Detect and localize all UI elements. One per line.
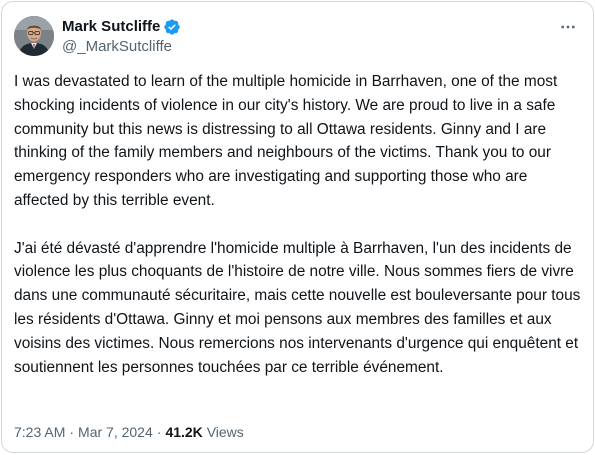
tweet-text: I was devastated to learn of the multipl… <box>14 70 584 379</box>
more-horizontal-icon <box>561 25 575 29</box>
display-name-row: Mark Sutcliffe <box>62 17 181 37</box>
tweet-paragraph-french: J'ai été dévasté d'apprendre l'homicide … <box>14 239 581 376</box>
views-count[interactable]: 41.2K <box>165 424 202 440</box>
more-options-button[interactable] <box>557 18 579 36</box>
avatar[interactable] <box>14 16 54 56</box>
display-name[interactable]: Mark Sutcliffe <box>62 17 160 37</box>
tweet-card: Mark Sutcliffe @_MarkSutcliffe I was dev… <box>1 1 594 453</box>
meta-separator: · <box>69 424 75 440</box>
tweet-paragraph-english: I was devastated to learn of the multipl… <box>14 73 558 209</box>
tweet-header: Mark Sutcliffe @_MarkSutcliffe <box>14 16 579 58</box>
tweet-meta: 7:23 AM · Mar 7, 2024 · 41.2K Views <box>14 422 244 442</box>
views-label: Views <box>206 424 244 440</box>
profile-photo-icon <box>14 16 54 56</box>
author-handle[interactable]: @_MarkSutcliffe <box>62 37 181 57</box>
verified-badge-icon[interactable] <box>163 18 181 36</box>
meta-separator-2: · <box>156 424 162 440</box>
tweet-time[interactable]: 7:23 AM <box>14 424 65 440</box>
author-names: Mark Sutcliffe @_MarkSutcliffe <box>62 17 181 57</box>
tweet-date[interactable]: Mar 7, 2024 <box>78 424 153 440</box>
